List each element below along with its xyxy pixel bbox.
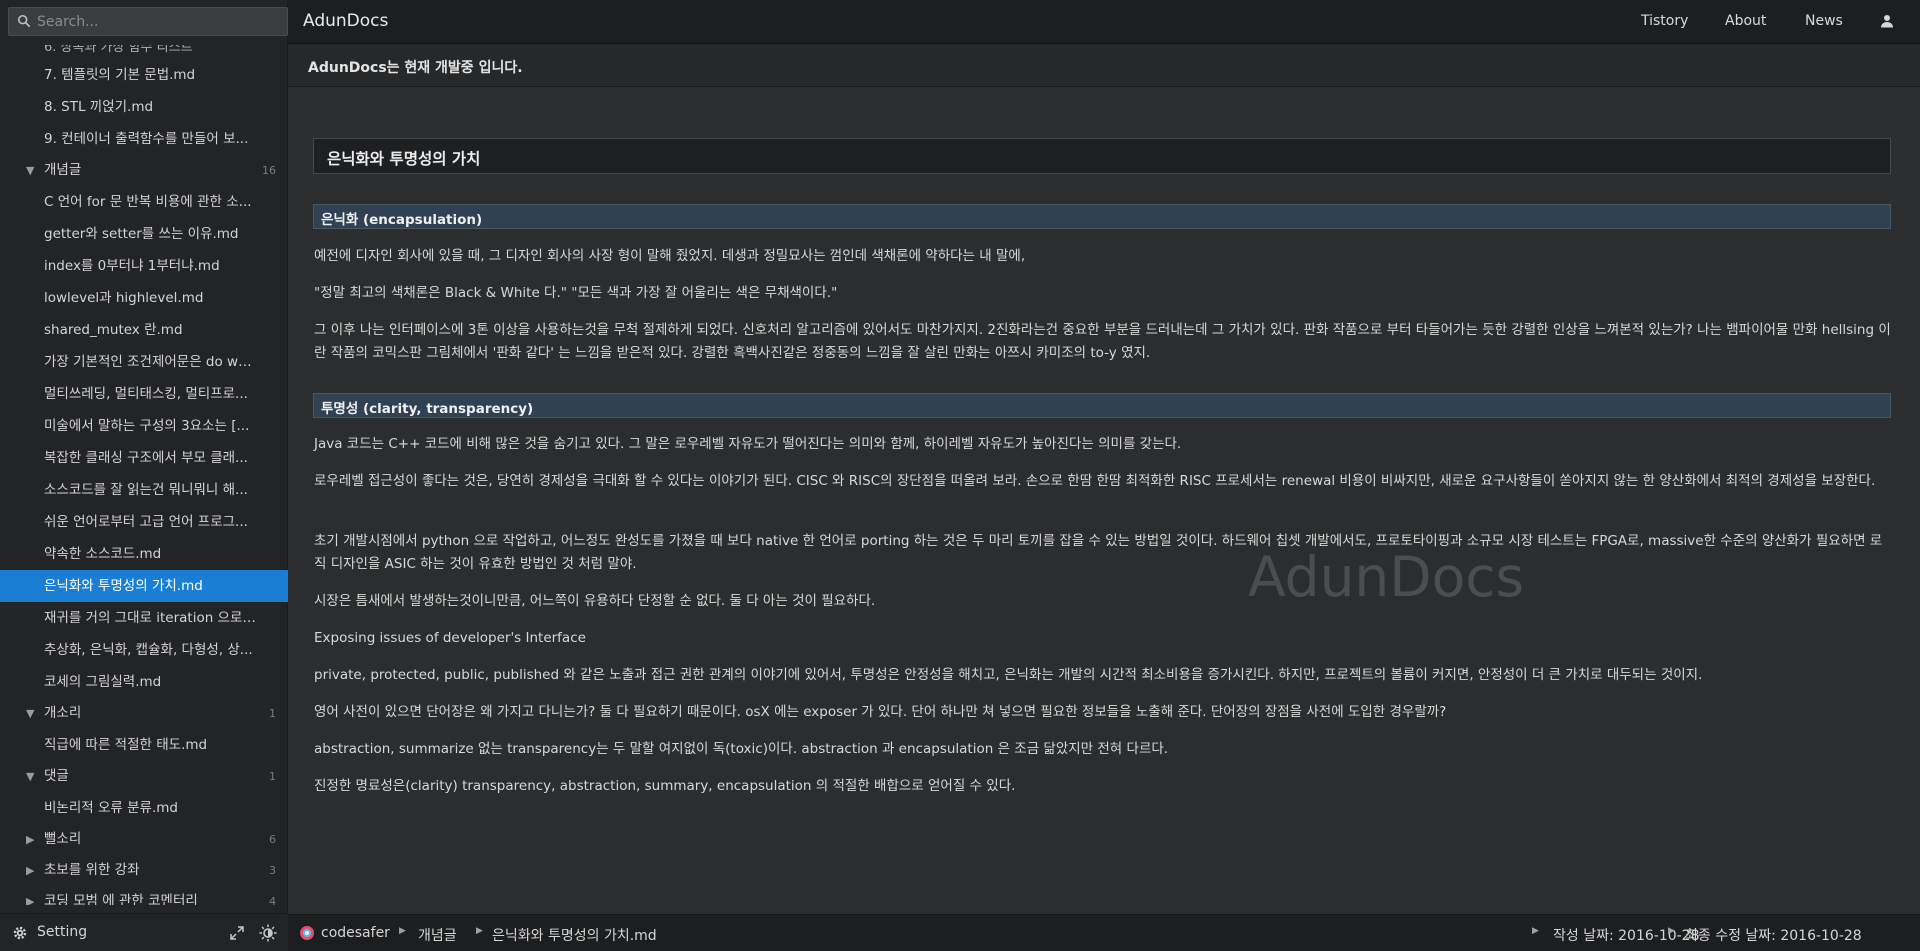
caret-right-icon: ▶ (26, 895, 35, 905)
setting-label[interactable]: Setting (37, 924, 87, 940)
section-heading-text: 은닉화 (encapsulation) (321, 212, 483, 228)
tree-item[interactable]: 미술에서 말하는 구성의 3요소는 [... (0, 410, 288, 442)
folder-label: 개소리 (44, 705, 82, 721)
tree-item[interactable]: 7. 템플릿의 기본 문법.md (0, 59, 288, 91)
created-date: 작성 날짜: 2016-10-28 (1553, 928, 1700, 944)
paragraph: Exposing issues of developer's Interface (314, 630, 586, 646)
paragraph: abstraction, summarize 없는 transparency는 … (314, 741, 1169, 757)
nav-link-tistory[interactable]: Tistory (1641, 13, 1688, 29)
date-arrow-icon: ▶ (1668, 926, 1675, 936)
search-input[interactable] (37, 8, 282, 35)
top-nav: AdunDocs Tistory About News (288, 0, 1920, 44)
tree-item[interactable]: 코세의 그림실력.md (0, 666, 288, 698)
paragraph: 진정한 명료성은(clarity) transparency, abstract… (314, 778, 1016, 794)
paragraph: 예전에 디자인 회사에 있을 때, 그 디자인 회사의 사장 형이 말해 줬었지… (314, 248, 1026, 264)
brand-logo[interactable]: AdunDocs (303, 11, 388, 31)
folder-label: 초보를 위한 강좌 (44, 862, 140, 878)
paragraph: 시장은 틈새에서 발생하는것이니만큼, 어느쪽이 유용하다 단정할 순 없다. … (314, 593, 876, 609)
caret-right-icon: ▶ (26, 833, 35, 846)
sidebar-footer: Setting (0, 913, 288, 951)
section-heading-text: 투명성 (clarity, transparency) (321, 401, 534, 417)
folder-label: 개념글 (44, 162, 82, 178)
tree-item[interactable]: 약속한 소스코드.md (0, 538, 288, 570)
section-heading: 투명성 (clarity, transparency) (313, 393, 1891, 418)
paragraph: Java 코드는 C++ 코드에 비해 많은 것을 숨기고 있다. 그 말은 로… (314, 436, 1182, 452)
paragraph: 로우레벨 접근성이 좋다는 것은, 당연히 경제성을 극대화 할 수 있다는 이… (314, 473, 1876, 489)
folder-count: 3 (269, 864, 276, 877)
tree-item[interactable]: 8. STL 끼얹기.md (0, 91, 288, 123)
document-title: 은닉화와 투명성의 가치 (327, 150, 481, 168)
watermark: AdunDocs (1248, 545, 1525, 609)
notice-bar: AdunDocs는 현재 개발중 입니다. (288, 44, 1920, 87)
breadcrumb-arrow-icon: ▶ (476, 926, 483, 936)
tree-item-partial[interactable]: 6. 상속과 가상 함수 리스트 (0, 45, 288, 59)
status-bar: codesafer ▶ 개념글 ▶ 은닉화와 투명성의 가치.md ▶ 작성 날… (288, 914, 1920, 951)
tree-item[interactable]: 비논리적 오류 분류.md (0, 792, 288, 824)
folder-concept[interactable]: ▼ 개념글 16 (0, 155, 288, 186)
tree-item[interactable]: shared_mutex 란.md (0, 314, 288, 346)
tree-item[interactable]: 쉬운 언어로부터 고급 언어 프로그... (0, 506, 288, 538)
paragraph: 초기 개발시점에서 python 으로 작업하고, 어느정도 완성도를 가졌을 … (314, 533, 1883, 572)
tree-item[interactable]: lowlevel과 highlevel.md (0, 282, 288, 314)
sidebar: 6. 상속과 가상 함수 리스트 7. 템플릿의 기본 문법.md 8. STL… (0, 0, 288, 951)
file-tree: 6. 상속과 가상 함수 리스트 7. 템플릿의 기본 문법.md 8. STL… (0, 45, 288, 905)
caret-down-icon: ▼ (26, 770, 35, 783)
breadcrumb-folder[interactable]: 개념글 (418, 925, 457, 945)
paragraph: "정말 최고의 색채론은 Black & White 다." "모든 색과 가장… (314, 285, 838, 301)
tree-item[interactable]: 직급에 따른 적절한 태도.md (0, 729, 288, 761)
folder-count: 4 (269, 895, 276, 905)
breadcrumb-file[interactable]: 은닉화와 투명성의 가치.md (492, 925, 657, 945)
folder-collapsed[interactable]: ▶ 뻘소리 6 (0, 824, 288, 855)
paragraph: 그 이후 나는 인터페이스에 3톤 이상을 사용하는것을 무척 절제하게 되었다… (314, 322, 1891, 361)
caret-down-icon: ▼ (26, 164, 35, 177)
tree-item[interactable]: 재귀를 거의 그대로 iteration 으로 ... (0, 602, 288, 634)
folder-count: 16 (262, 164, 276, 177)
folder-count: 6 (269, 833, 276, 846)
folder-count: 1 (269, 770, 276, 783)
search-icon (17, 14, 31, 28)
tree-item[interactable]: C 언어 for 문 반복 비용에 관한 소... (0, 186, 288, 218)
tree-item[interactable]: 추상화, 은닉화, 캡슐화, 다형성, 상... (0, 634, 288, 666)
tree-item[interactable]: 9. 컨테이너 출력함수를 만들어 보... (0, 123, 288, 155)
tree-item[interactable]: index를 0부터냐 1부터냐.md (0, 250, 288, 282)
notice-text: AdunDocs는 현재 개발중 입니다. (308, 60, 523, 76)
breadcrumb-user[interactable]: codesafer (321, 925, 390, 941)
caret-down-icon: ▼ (26, 707, 35, 720)
tree-item-active[interactable]: 은닉화와 투명성의 가치.md (0, 570, 288, 602)
expand-icon[interactable] (229, 925, 245, 941)
paragraph: private, protected, public, published 와 … (314, 667, 1703, 683)
folder-label: 뻘소리 (44, 831, 82, 847)
tree-item[interactable]: 소스코드를 잘 읽는건 뭐니뭐니 해... (0, 474, 288, 506)
folder-count: 1 (269, 707, 276, 720)
brightness-icon[interactable] (259, 924, 277, 942)
caret-right-icon: ▶ (26, 864, 35, 877)
folder-label: 댓글 (44, 768, 69, 784)
modified-date: 최종 수정 날짜: 2016-10-28 (1685, 928, 1862, 944)
search-box[interactable] (8, 7, 288, 36)
tree-item[interactable]: 멀티쓰레딩, 멀티태스킹, 멀티프로... (0, 378, 288, 410)
tree-item[interactable]: 가장 기본적인 조건제어문은 do wh... (0, 346, 288, 378)
document-view: 은닉화와 투명성의 가치 은닉화 (encapsulation) 예전에 디자인… (288, 87, 1920, 914)
folder-collapsed[interactable]: ▶ 초보를 위한 강좌 3 (0, 855, 288, 886)
folder-comment[interactable]: ▼ 댓글 1 (0, 761, 288, 792)
breadcrumb-arrow-icon: ▶ (399, 926, 406, 936)
document-title-box: 은닉화와 투명성의 가치 (313, 138, 1891, 174)
tree-item[interactable]: 복잡한 클래싱 구조에서 부모 클래... (0, 442, 288, 474)
paragraph: 영어 사전이 있으면 단어장은 왜 가지고 다니는가? 둘 다 필요하기 때문이… (314, 704, 1447, 720)
nav-link-about[interactable]: About (1725, 13, 1766, 29)
user-icon[interactable] (1880, 14, 1894, 28)
folder-collapsed[interactable]: ▶ 코딩 모범 에 관한 코멘터리 4 (0, 886, 288, 905)
gear-icon[interactable] (12, 925, 28, 941)
folder-label: 코딩 모범 에 관한 코멘터리 (44, 893, 198, 905)
nav-link-news[interactable]: News (1805, 13, 1843, 29)
folder-gaesori[interactable]: ▼ 개소리 1 (0, 698, 288, 729)
section-heading: 은닉화 (encapsulation) (313, 204, 1891, 229)
user-logo-icon (300, 926, 314, 940)
date-arrow-icon: ▶ (1532, 926, 1539, 936)
tree-item[interactable]: getter와 setter를 쓰는 이유.md (0, 218, 288, 250)
